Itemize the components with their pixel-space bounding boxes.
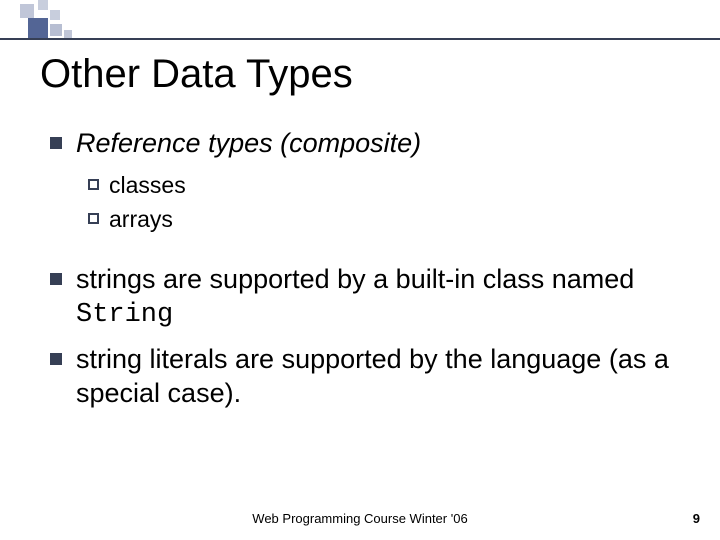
slide-body: Other Data Types Reference types (compos… xyxy=(40,52,690,500)
bullet-reference-types: Reference types (composite) xyxy=(50,127,690,161)
code-literal: String xyxy=(76,300,173,330)
deco-square xyxy=(50,24,62,36)
bullet-text: strings are supported by a built-in clas… xyxy=(76,263,690,334)
square-bullet-icon xyxy=(50,353,62,365)
subbullet-classes: classes xyxy=(88,171,690,201)
square-bullet-icon xyxy=(50,137,62,149)
hollow-square-icon xyxy=(88,179,99,190)
square-bullet-icon xyxy=(50,273,62,285)
slide-title: Other Data Types xyxy=(40,52,690,97)
text-fragment: strings are supported by a built-in clas… xyxy=(76,264,634,294)
subbullet-text: classes xyxy=(109,171,186,201)
bullet-text: string literals are supported by the lan… xyxy=(76,343,690,411)
bullet-string-literals: string literals are supported by the lan… xyxy=(50,343,690,411)
bullet-text: Reference types (composite) xyxy=(76,127,421,161)
subbullet-arrays: arrays xyxy=(88,205,690,235)
footer-course: Web Programming Course Winter '06 xyxy=(0,511,720,526)
deco-square xyxy=(20,4,34,18)
deco-square xyxy=(64,30,72,38)
footer-page-number: 9 xyxy=(693,511,700,526)
top-rule xyxy=(0,38,720,40)
hollow-square-icon xyxy=(88,213,99,224)
deco-square xyxy=(38,0,48,10)
deco-square xyxy=(50,10,60,20)
subbullet-text: arrays xyxy=(109,205,173,235)
deco-square xyxy=(28,18,48,38)
corner-decoration xyxy=(0,0,720,42)
bullet-strings-builtin: strings are supported by a built-in clas… xyxy=(50,263,690,334)
